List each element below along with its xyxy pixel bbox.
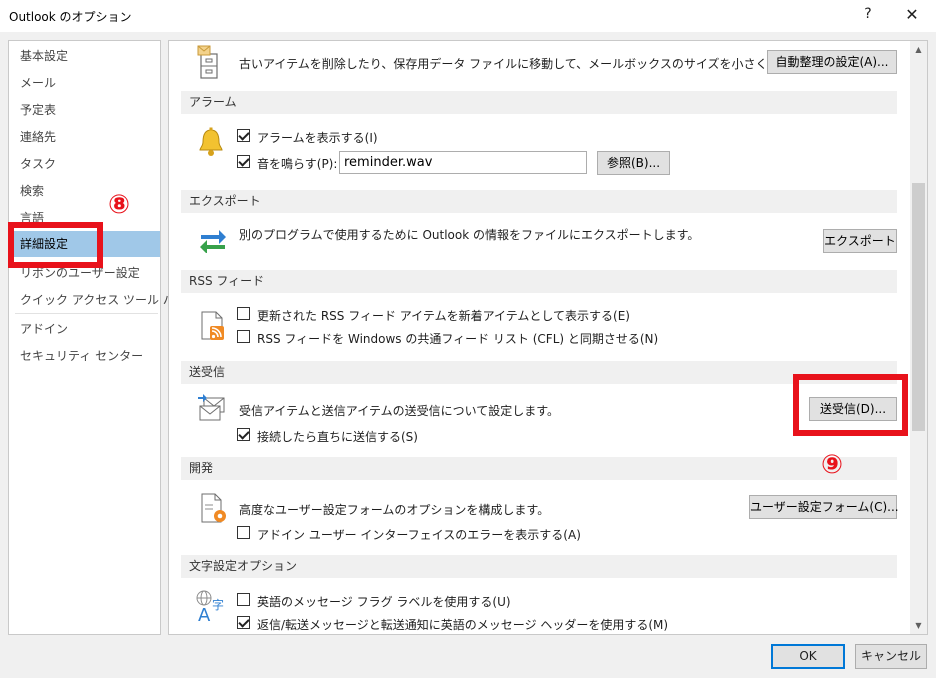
nav-item-quick-access-toolbar[interactable]: クイック アクセス ツール バー <box>9 287 187 313</box>
rss-sync-cfl-label: RSS フィードを Windows の共通フィード リスト (CFL) と同期さ… <box>257 332 659 346</box>
nav-item-people[interactable]: 連絡先 <box>9 124 160 150</box>
scroll-thumb[interactable] <box>912 183 925 431</box>
window-title: Outlook のオプション <box>9 10 132 24</box>
close-button[interactable]: ✕ <box>898 4 926 26</box>
export-description: 別のプログラムで使用するために Outlook の情報をファイルにエクスポートし… <box>239 228 700 242</box>
section-header-export: エクスポート <box>181 190 897 213</box>
show-alarm-label: アラームを表示する(I) <box>257 131 378 145</box>
english-flag-labels-checkbox[interactable] <box>237 593 250 606</box>
play-sound-label: 音を鳴らす(P): <box>257 157 338 171</box>
show-alarm-checkbox[interactable] <box>237 129 250 142</box>
addin-errors-checkbox[interactable] <box>237 526 250 539</box>
sound-file-input[interactable]: reminder.wav <box>339 151 587 174</box>
rss-document-icon <box>201 311 224 340</box>
nav-item-general[interactable]: 基本設定 <box>9 43 160 69</box>
autoarchive-settings-button[interactable]: 自動整理の設定(A)... <box>767 50 897 74</box>
scroll-down-arrow-icon[interactable]: ▼ <box>910 617 927 634</box>
svg-text:A: A <box>198 605 211 623</box>
send-receive-description: 受信アイテムと送信アイテムの送受信について設定します。 <box>239 404 560 418</box>
ok-button[interactable]: OK <box>771 644 845 669</box>
section-header-rss: RSS フィード <box>181 270 897 293</box>
english-flag-labels-label: 英語のメッセージ フラグ ラベルを使用する(U) <box>257 595 511 609</box>
annotation-box-send-receive <box>793 374 908 436</box>
nav-item-search[interactable]: 検索 <box>9 178 160 204</box>
section-header-alarm: アラーム <box>181 91 897 114</box>
section-header-developers: 開発 <box>181 457 897 480</box>
addin-errors-label: アドイン ユーザー インターフェイスのエラーを表示する(A) <box>257 528 581 542</box>
cancel-button[interactable]: キャンセル <box>855 644 927 669</box>
bell-icon <box>199 127 223 156</box>
nav-item-calendar[interactable]: 予定表 <box>9 97 160 123</box>
archive-cabinet-icon <box>197 45 218 79</box>
custom-forms-button[interactable]: ユーザー設定フォーム(C)... <box>749 495 899 519</box>
custom-form-icon <box>201 493 226 523</box>
rss-sync-cfl-checkbox[interactable] <box>237 330 250 343</box>
annotation-box-advanced <box>8 222 103 268</box>
send-immediately-label: 接続したら直ちに送信する(S) <box>257 430 418 444</box>
options-content: 古いアイテムを削除したり、保存用データ ファイルに移動して、メールボックスのサイ… <box>168 40 928 635</box>
section-header-send-receive: 送受信 <box>181 361 897 384</box>
title-bar: Outlook のオプション ? ✕ <box>0 0 936 32</box>
browse-sound-button[interactable]: 参照(B)... <box>597 151 670 175</box>
annotation-step-8: ⑧ <box>108 190 131 220</box>
section-header-international: 文字設定オプション <box>181 555 897 578</box>
nav-separator <box>15 313 158 314</box>
category-list: 基本設定 メール 予定表 連絡先 タスク 検索 言語 詳細設定 リボンのユーザー… <box>8 40 187 635</box>
send-receive-icon <box>198 394 225 421</box>
play-sound-checkbox[interactable] <box>237 155 250 168</box>
annotation-step-9: ⑨ <box>821 450 844 480</box>
language-globe-icon: A 字 <box>196 590 224 623</box>
svg-text:字: 字 <box>212 597 224 612</box>
send-immediately-checkbox[interactable] <box>237 428 250 441</box>
nav-item-addins[interactable]: アドイン <box>9 316 160 342</box>
english-headers-checkbox[interactable] <box>237 616 250 629</box>
scroll-up-arrow-icon[interactable]: ▲ <box>910 41 927 58</box>
developer-description: 高度なユーザー設定フォームのオプションを構成します。 <box>239 503 550 517</box>
nav-item-tasks[interactable]: タスク <box>9 151 160 177</box>
autoarchive-description: 古いアイテムを削除したり、保存用データ ファイルに移動して、メールボックスのサイ… <box>239 57 815 71</box>
help-button[interactable]: ? <box>859 6 877 26</box>
export-arrows-icon <box>200 230 226 253</box>
export-button[interactable]: エクスポート <box>823 229 897 253</box>
nav-item-trust-center[interactable]: セキュリティ センター <box>9 343 160 369</box>
rss-new-items-checkbox[interactable] <box>237 307 250 320</box>
nav-item-mail[interactable]: メール <box>9 70 160 96</box>
content-scrollbar[interactable]: ▲ ▼ <box>910 41 927 634</box>
rss-new-items-label: 更新された RSS フィード アイテムを新着アイテムとして表示する(E) <box>257 309 630 323</box>
english-headers-label: 返信/転送メッセージと転送通知に英語のメッセージ ヘッダーを使用する(M) <box>257 618 669 632</box>
